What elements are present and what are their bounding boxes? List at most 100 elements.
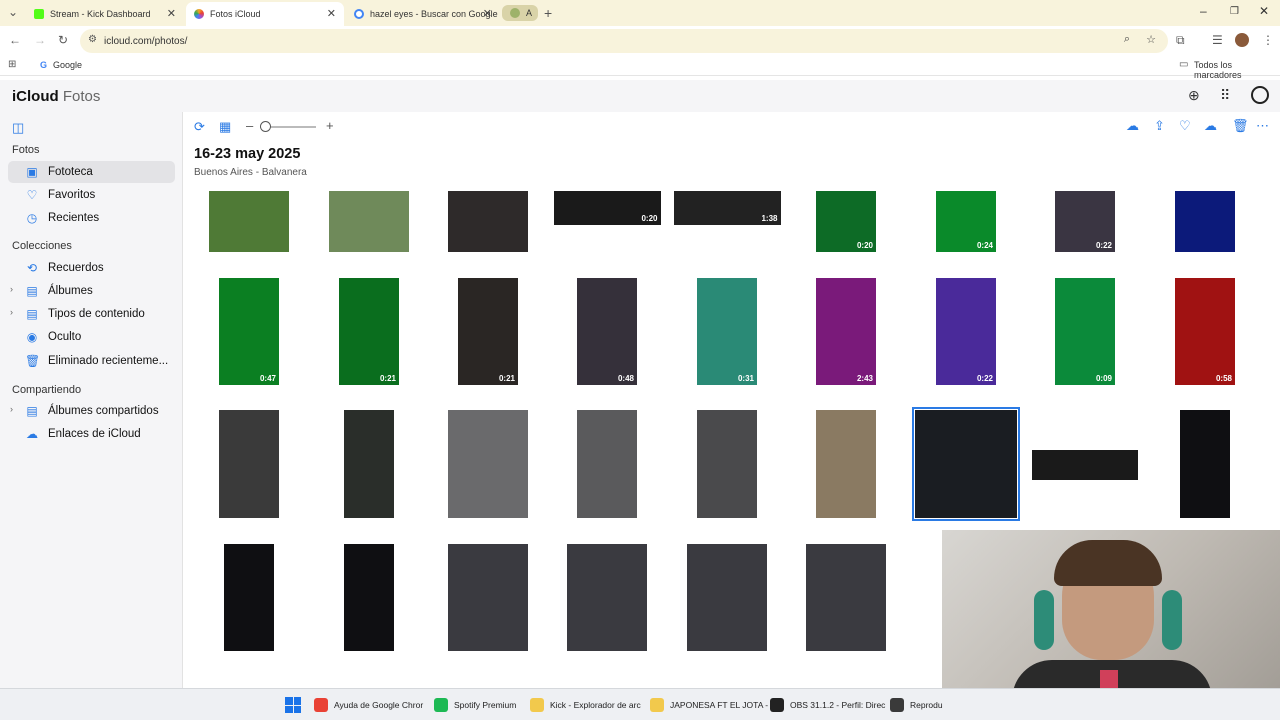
app-grid-icon[interactable]: ⠿ — [1220, 87, 1230, 104]
zoom-out-icon[interactable]: – — [246, 118, 253, 133]
apps-grid-icon[interactable]: ⊞ — [8, 59, 16, 70]
folder-icon: ▭ — [1179, 59, 1189, 70]
share-icon[interactable]: ⇪ — [1154, 118, 1165, 134]
photo-thumbnail[interactable] — [329, 191, 409, 252]
zoom-slider[interactable] — [260, 121, 316, 132]
photo-thumbnail[interactable] — [448, 191, 528, 252]
menu-kebab-icon[interactable]: ⋮ — [1262, 33, 1274, 47]
icloud-logo[interactable]: iCloud Fotos — [12, 88, 100, 105]
minimize-icon[interactable]: – — [1200, 4, 1207, 18]
photo-thumbnail[interactable] — [209, 191, 289, 252]
sidebar-item-recientes[interactable]: ◷ Recientes — [8, 207, 175, 229]
sidebar-item-recuerdos[interactable]: ⟲ Recuerdos — [8, 257, 175, 279]
upload-icon[interactable]: ☁ — [1126, 118, 1139, 134]
sidebar-item-eliminado[interactable]: 🗑 Eliminado recienteme... — [8, 350, 175, 372]
video-thumbnail[interactable]: 0:20 — [553, 191, 661, 225]
sidebar-item-oculto[interactable]: ◉ Oculto — [8, 326, 175, 348]
windows-start-icon[interactable] — [285, 697, 301, 713]
photo-thumbnail[interactable] — [448, 410, 528, 518]
tab-kick[interactable]: Stream - Kick Dashboard ✕ — [26, 2, 184, 26]
taskbar-app[interactable]: Ayuda de Google Chror — [314, 695, 423, 715]
sidebar-toggle-icon[interactable]: ◫ — [12, 120, 24, 136]
video-thumbnail[interactable]: 0:58 — [1175, 278, 1235, 385]
taskbar-app[interactable]: Reprodu — [890, 695, 943, 715]
video-thumbnail[interactable]: 0:24 — [936, 191, 996, 252]
video-thumbnail[interactable]: 2:43 — [816, 278, 876, 385]
extensions-icon[interactable]: ⧉ — [1176, 33, 1185, 48]
sidebar-item-albumes-compartidos[interactable]: › ▤ Álbumes compartidos — [8, 400, 175, 422]
delete-icon[interactable]: 🗑 — [1232, 118, 1249, 134]
zoom-in-icon[interactable]: + — [326, 118, 334, 133]
close-icon[interactable]: ✕ — [327, 7, 336, 20]
taskbar-app[interactable]: OBS 31.1.2 - Perfil: Direc — [770, 695, 885, 715]
tab-title: hazel eyes - Buscar con Google — [370, 9, 498, 19]
photo-thumbnail[interactable] — [1175, 191, 1235, 252]
photo-thumbnail[interactable] — [448, 544, 528, 651]
chevron-right-icon[interactable]: › — [10, 307, 13, 317]
photo-thumbnail[interactable] — [344, 544, 394, 651]
favorite-icon[interactable]: ♡ — [1179, 118, 1191, 134]
photo-thumbnail[interactable] — [912, 407, 1020, 521]
video-thumbnail[interactable]: 0:09 — [1055, 278, 1115, 385]
tab-google-search[interactable]: hazel eyes - Buscar con Google ✕ — [346, 2, 500, 26]
all-bookmarks[interactable]: Todos los marcadores — [1194, 60, 1280, 80]
chevron-right-icon[interactable]: › — [10, 284, 13, 294]
account-icon[interactable] — [1251, 86, 1269, 104]
forward-icon[interactable]: → — [34, 33, 46, 47]
taskbar-app[interactable]: Kick - Explorador de arc — [530, 695, 641, 715]
video-thumbnail[interactable]: 0:48 — [577, 278, 637, 385]
url-field[interactable]: ⚙ icloud.com/photos/ ⌕ ☆ — [80, 29, 1168, 53]
taskbar-app[interactable]: Spotify Premium — [434, 695, 516, 715]
video-thumbnail[interactable]: 0:22 — [1055, 191, 1115, 252]
video-thumbnail[interactable]: 0:21 — [458, 278, 518, 385]
sidebar-item-tipos[interactable]: › ▤ Tipos de contenido — [8, 303, 175, 325]
profile-avatar[interactable] — [1235, 33, 1249, 47]
site-info-icon[interactable]: ⚙ — [88, 34, 97, 45]
photo-thumbnail[interactable] — [687, 544, 767, 651]
video-thumbnail[interactable]: 0:47 — [219, 278, 279, 385]
bookmark-google[interactable]: Google — [53, 60, 82, 70]
sidebar-item-enlaces[interactable]: ☁ Enlaces de iCloud — [8, 423, 175, 445]
tab-fotos-icloud[interactable]: Fotos iCloud ✕ — [186, 2, 344, 26]
video-thumbnail[interactable]: 0:22 — [936, 278, 996, 385]
zoom-slider-thumb[interactable] — [260, 121, 271, 132]
photo-thumbnail[interactable] — [697, 410, 757, 518]
photo-thumbnail[interactable] — [344, 410, 394, 518]
add-icon[interactable]: ⊕ — [1188, 87, 1200, 104]
star-icon[interactable]: ☆ — [1146, 33, 1156, 46]
restore-icon[interactable]: ❐ — [1230, 6, 1239, 17]
photo-thumbnail[interactable] — [1032, 450, 1138, 480]
video-thumbnail[interactable]: 1:38 — [673, 191, 781, 225]
more-icon[interactable]: ⋯ — [1256, 118, 1269, 134]
tab-group-a[interactable]: A — [502, 5, 538, 21]
new-tab-icon[interactable]: + — [544, 5, 552, 21]
back-icon[interactable]: ← — [9, 33, 21, 47]
close-window-icon[interactable]: ✕ — [1259, 4, 1269, 18]
photo-thumbnail[interactable] — [219, 410, 279, 518]
media-icon[interactable]: ☰ — [1212, 33, 1223, 47]
address-bar-row: ← → ↻ ⚙ icloud.com/photos/ ⌕ ☆ ⧉ ☰ ⋮ — [0, 26, 1280, 56]
close-icon[interactable]: ✕ — [483, 7, 492, 20]
video-thumbnail[interactable]: 0:31 — [697, 278, 757, 385]
download-icon[interactable]: ☁ — [1204, 118, 1217, 134]
eye-slash-icon: ◉ — [26, 330, 38, 344]
photo-thumbnail[interactable] — [567, 544, 647, 651]
sidebar-item-favoritos[interactable]: ♡ Favoritos — [8, 184, 175, 206]
taskbar-app[interactable]: JAPONESA FT EL JOTA - — [650, 695, 768, 715]
video-thumbnail[interactable]: 0:20 — [816, 191, 876, 252]
photo-thumbnail[interactable] — [816, 410, 876, 518]
chevron-right-icon[interactable]: › — [10, 404, 13, 414]
tab-search-icon[interactable]: ⌄ — [8, 5, 18, 19]
photo-thumbnail[interactable] — [224, 544, 274, 651]
zoom-icon[interactable]: ⌕ — [1124, 33, 1130, 46]
video-thumbnail[interactable]: 0:21 — [339, 278, 399, 385]
rotate-icon[interactable]: ⟳ — [194, 119, 205, 135]
photo-thumbnail[interactable] — [1180, 410, 1230, 518]
sidebar-item-fototeca[interactable]: ▣ Fototeca — [8, 161, 175, 183]
sidebar-item-albumes[interactable]: › ▤ Álbumes — [8, 280, 175, 302]
photo-thumbnail[interactable] — [806, 544, 886, 651]
close-icon[interactable]: ✕ — [167, 7, 176, 20]
photo-thumbnail[interactable] — [577, 410, 637, 518]
reload-icon[interactable]: ↻ — [58, 33, 68, 47]
calendar-icon[interactable]: ▦ — [219, 119, 231, 135]
